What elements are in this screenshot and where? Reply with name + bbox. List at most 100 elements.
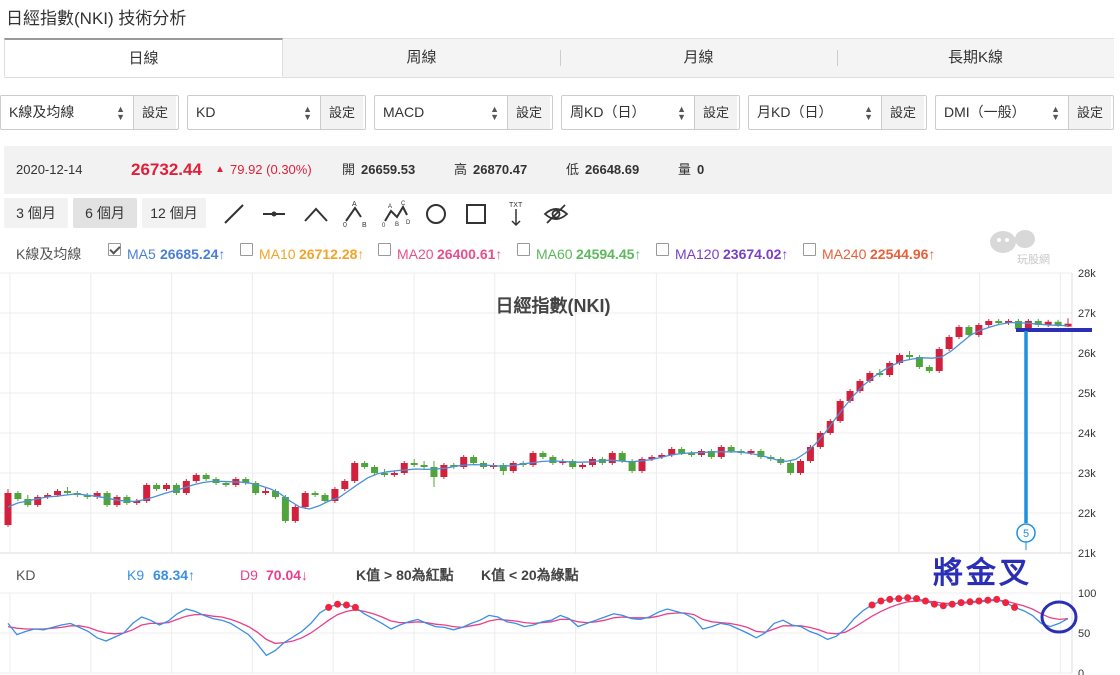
ma120-name: MA120 <box>675 246 720 262</box>
candle-body <box>4 493 12 525</box>
horizontal-line-icon[interactable] <box>260 200 288 228</box>
candle-body <box>995 321 1003 323</box>
ma120-value: 23674.02↑ <box>723 246 789 262</box>
settings-button-2[interactable]: 設定 <box>321 96 364 129</box>
quote-open-label: 開 <box>342 162 356 177</box>
indicator-select-6[interactable]: DMI（一般） ▲ ▼ <box>936 96 1069 129</box>
candle-body <box>836 401 844 421</box>
candle-body <box>955 327 963 337</box>
indicator-select-2[interactable]: KD ▲ ▼ <box>188 96 321 129</box>
candle-body <box>361 463 369 467</box>
range-6-months-button[interactable]: 6 個月 <box>73 198 137 228</box>
kd-red-dot <box>921 597 929 605</box>
tab-weekly[interactable]: 周線 <box>283 38 560 77</box>
ma240-checkbox[interactable] <box>803 243 816 256</box>
chart-grid <box>0 272 1073 674</box>
kd-red-dot <box>877 597 885 605</box>
price-tick-label: 22k <box>1078 508 1096 520</box>
candle-body <box>905 355 913 357</box>
candle-body <box>608 453 616 463</box>
indicator-select-2-value: KD <box>196 104 216 120</box>
ma10-value: 26712.28↑ <box>299 246 365 262</box>
quote-open: 26659.53 <box>361 162 416 177</box>
kd-red-dot <box>1002 599 1010 607</box>
k9-name: K9 <box>127 567 145 583</box>
quote-volume-label: 量 <box>678 162 692 177</box>
candle-body <box>281 497 289 521</box>
period-tabs: 日線 周線 月線 長期K線 <box>4 38 1114 78</box>
k9-line <box>7 597 1069 657</box>
circle-tool-icon[interactable] <box>422 200 450 228</box>
kd-red-dot <box>930 600 938 608</box>
candle-body <box>54 491 62 495</box>
abcd-label-d: D <box>406 220 410 226</box>
kd-tick-label: 50 <box>1078 628 1090 640</box>
price-tick-label: 26k <box>1078 348 1096 360</box>
range-3-months-button[interactable]: 3 個月 <box>4 198 68 228</box>
ma60-checkbox[interactable] <box>517 243 530 256</box>
ma120-checkbox[interactable] <box>656 243 669 256</box>
indicator-group-5: 月KD（日） ▲ ▼ 設定 <box>748 95 927 130</box>
indicator-group-3: MACD ▲ ▼ 設定 <box>374 95 553 130</box>
kd-red-dot <box>984 596 992 604</box>
select-arrows-icon: ▲ ▼ <box>677 103 686 122</box>
quote-high-label: 高 <box>454 162 468 177</box>
abcd-label-0: 0 <box>382 223 386 228</box>
indicator-select-4[interactable]: 周KD（日） ▲ ▼ <box>562 96 695 129</box>
ma60-value: 24594.45↑ <box>576 246 642 262</box>
candle-body <box>985 321 993 325</box>
text-tool-icon[interactable]: TXT <box>502 200 530 228</box>
candle-body <box>618 453 626 461</box>
hide-drawings-icon[interactable] <box>542 200 570 228</box>
kd-red-dot <box>948 600 956 608</box>
kd-red-dot-note: K值 > 80為紅點 <box>356 567 454 583</box>
candle-body <box>371 467 379 473</box>
candle-body <box>192 475 200 481</box>
kd-y-axis: 0 50 100 <box>1078 588 1096 675</box>
trend-tool-icon[interactable] <box>302 200 330 228</box>
ma5-checkbox[interactable] <box>108 243 121 256</box>
quote-low: 26648.69 <box>585 162 640 177</box>
settings-button-1[interactable]: 設定 <box>134 96 177 129</box>
indicator-select-1[interactable]: K線及均線 ▲ ▼ <box>1 96 134 129</box>
range-12-months-button[interactable]: 12 個月 <box>142 198 206 228</box>
line-tool-icon[interactable] <box>220 200 248 228</box>
watermark-text: 玩股網 <box>1017 252 1050 266</box>
candle-body <box>470 457 478 463</box>
abcd-pattern-icon[interactable]: A B C D 0 <box>382 200 410 228</box>
tab-daily[interactable]: 日線 <box>4 38 283 77</box>
select-arrows-icon: ▲ ▼ <box>116 103 125 122</box>
kd-red-dot <box>351 603 359 611</box>
kd-red-dot <box>957 599 965 607</box>
quote-bar: 2020-12-14 26732.44 ▲ 79.92 (0.30%) 開 26… <box>4 146 1112 194</box>
kd-tick-label: 100 <box>1078 588 1096 600</box>
tab-monthly[interactable]: 月線 <box>560 38 837 77</box>
select-arrows-icon: ▲ ▼ <box>1051 103 1060 122</box>
ma5-line <box>7 321 1069 510</box>
d9-value: 70.04↓ <box>266 567 309 583</box>
candle-body <box>727 447 735 451</box>
abc-pattern-icon[interactable]: A B 0 <box>342 200 370 228</box>
indicator-select-5[interactable]: 月KD（日） ▲ ▼ <box>749 96 882 129</box>
kd-red-dot <box>913 595 921 603</box>
ma10-checkbox[interactable] <box>240 243 253 256</box>
annotation-marker-label: 5 <box>1023 528 1029 540</box>
ma20-checkbox[interactable] <box>378 243 391 256</box>
candle-body <box>202 475 210 479</box>
price-tick-label: 27k <box>1078 308 1096 320</box>
ma60-name: MA60 <box>536 246 573 262</box>
golden-cross-annotation: 將金叉 <box>933 556 1032 591</box>
kd-legend-label: KD <box>16 567 36 583</box>
candle-body <box>410 463 418 465</box>
kd-red-dot <box>895 595 903 603</box>
tab-long-term[interactable]: 長期K線 <box>837 38 1114 77</box>
settings-button-4[interactable]: 設定 <box>695 96 738 129</box>
settings-button-6[interactable]: 設定 <box>1069 96 1112 129</box>
candle-body <box>787 463 795 473</box>
indicator-selector-row: K線及均線 ▲ ▼ 設定 KD ▲ ▼ 設定 MACD ▲ ▼ 設定 周KD（日） ▲… <box>0 95 1116 130</box>
abc-label-a: A <box>352 201 357 208</box>
settings-button-5[interactable]: 設定 <box>882 96 925 129</box>
rectangle-tool-icon[interactable] <box>462 200 490 228</box>
settings-button-3[interactable]: 設定 <box>508 96 551 129</box>
indicator-select-3[interactable]: MACD ▲ ▼ <box>375 96 508 129</box>
